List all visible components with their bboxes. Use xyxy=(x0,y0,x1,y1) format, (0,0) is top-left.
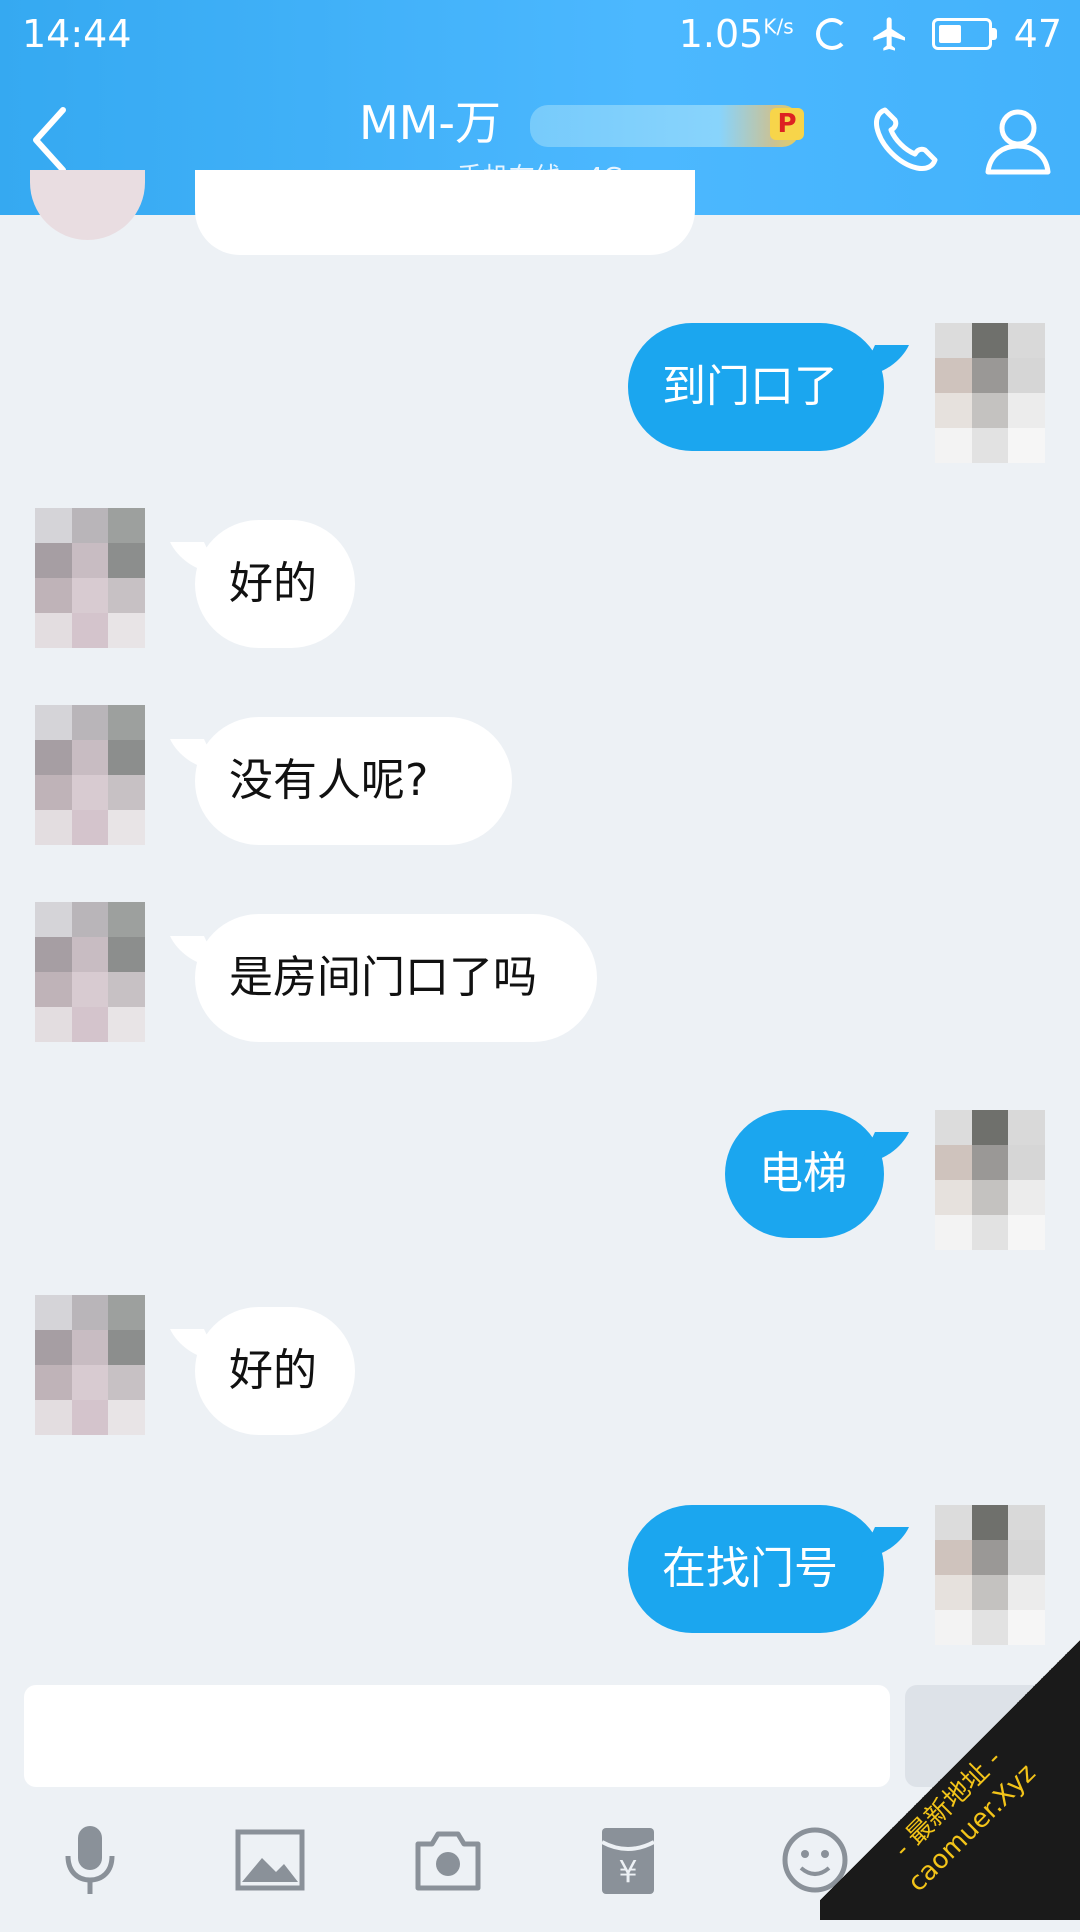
status-time: 14:44 xyxy=(22,12,132,56)
phone-icon[interactable] xyxy=(865,100,945,180)
microphone-icon[interactable] xyxy=(50,1820,130,1900)
network-speed: 1.05K/s xyxy=(679,12,794,56)
avatar[interactable] xyxy=(35,705,145,845)
message-bubble[interactable]: 好的 xyxy=(195,520,355,648)
message-bubble[interactable]: 到门口了 xyxy=(628,323,884,451)
airplane-mode-icon xyxy=(872,17,905,51)
avatar[interactable] xyxy=(935,323,1045,463)
message-bubble-partial xyxy=(195,170,695,255)
profile-icon[interactable] xyxy=(978,100,1058,180)
avatar[interactable] xyxy=(30,170,145,240)
message-bubble[interactable]: 在找门号 xyxy=(628,1505,884,1633)
message-bubble[interactable]: 没有人呢? xyxy=(195,717,512,845)
status-right: 1.05K/s 47 xyxy=(679,12,1062,56)
avatar[interactable] xyxy=(35,1295,145,1435)
redacted-name xyxy=(530,105,800,147)
message-bubble[interactable]: 电梯 xyxy=(725,1110,884,1238)
avatar[interactable] xyxy=(35,902,145,1042)
avatar[interactable] xyxy=(935,1110,1045,1250)
camera-icon[interactable] xyxy=(408,1820,488,1900)
message-bubble[interactable]: 是房间门口了吗 xyxy=(195,914,597,1042)
vip-badge: P xyxy=(770,108,804,140)
battery-icon xyxy=(931,18,997,50)
image-icon[interactable] xyxy=(230,1820,310,1900)
battery-percent: 47 xyxy=(1013,12,1062,56)
avatar[interactable] xyxy=(35,508,145,648)
network-speed-unit: K/s xyxy=(763,14,794,39)
message-bubble[interactable]: 好的 xyxy=(195,1307,355,1435)
red-packet-symbol: ¥ xyxy=(618,1855,637,1890)
hotspot-icon xyxy=(815,18,848,50)
red-packet-icon[interactable]: ¥ xyxy=(588,1820,668,1900)
network-speed-value: 1.05 xyxy=(678,12,764,56)
message-input[interactable] xyxy=(24,1685,890,1787)
status-bar: 14:44 1.05K/s 47 xyxy=(0,0,1080,70)
battery-fill xyxy=(938,25,961,43)
contact-name: MM-万 xyxy=(359,96,501,150)
